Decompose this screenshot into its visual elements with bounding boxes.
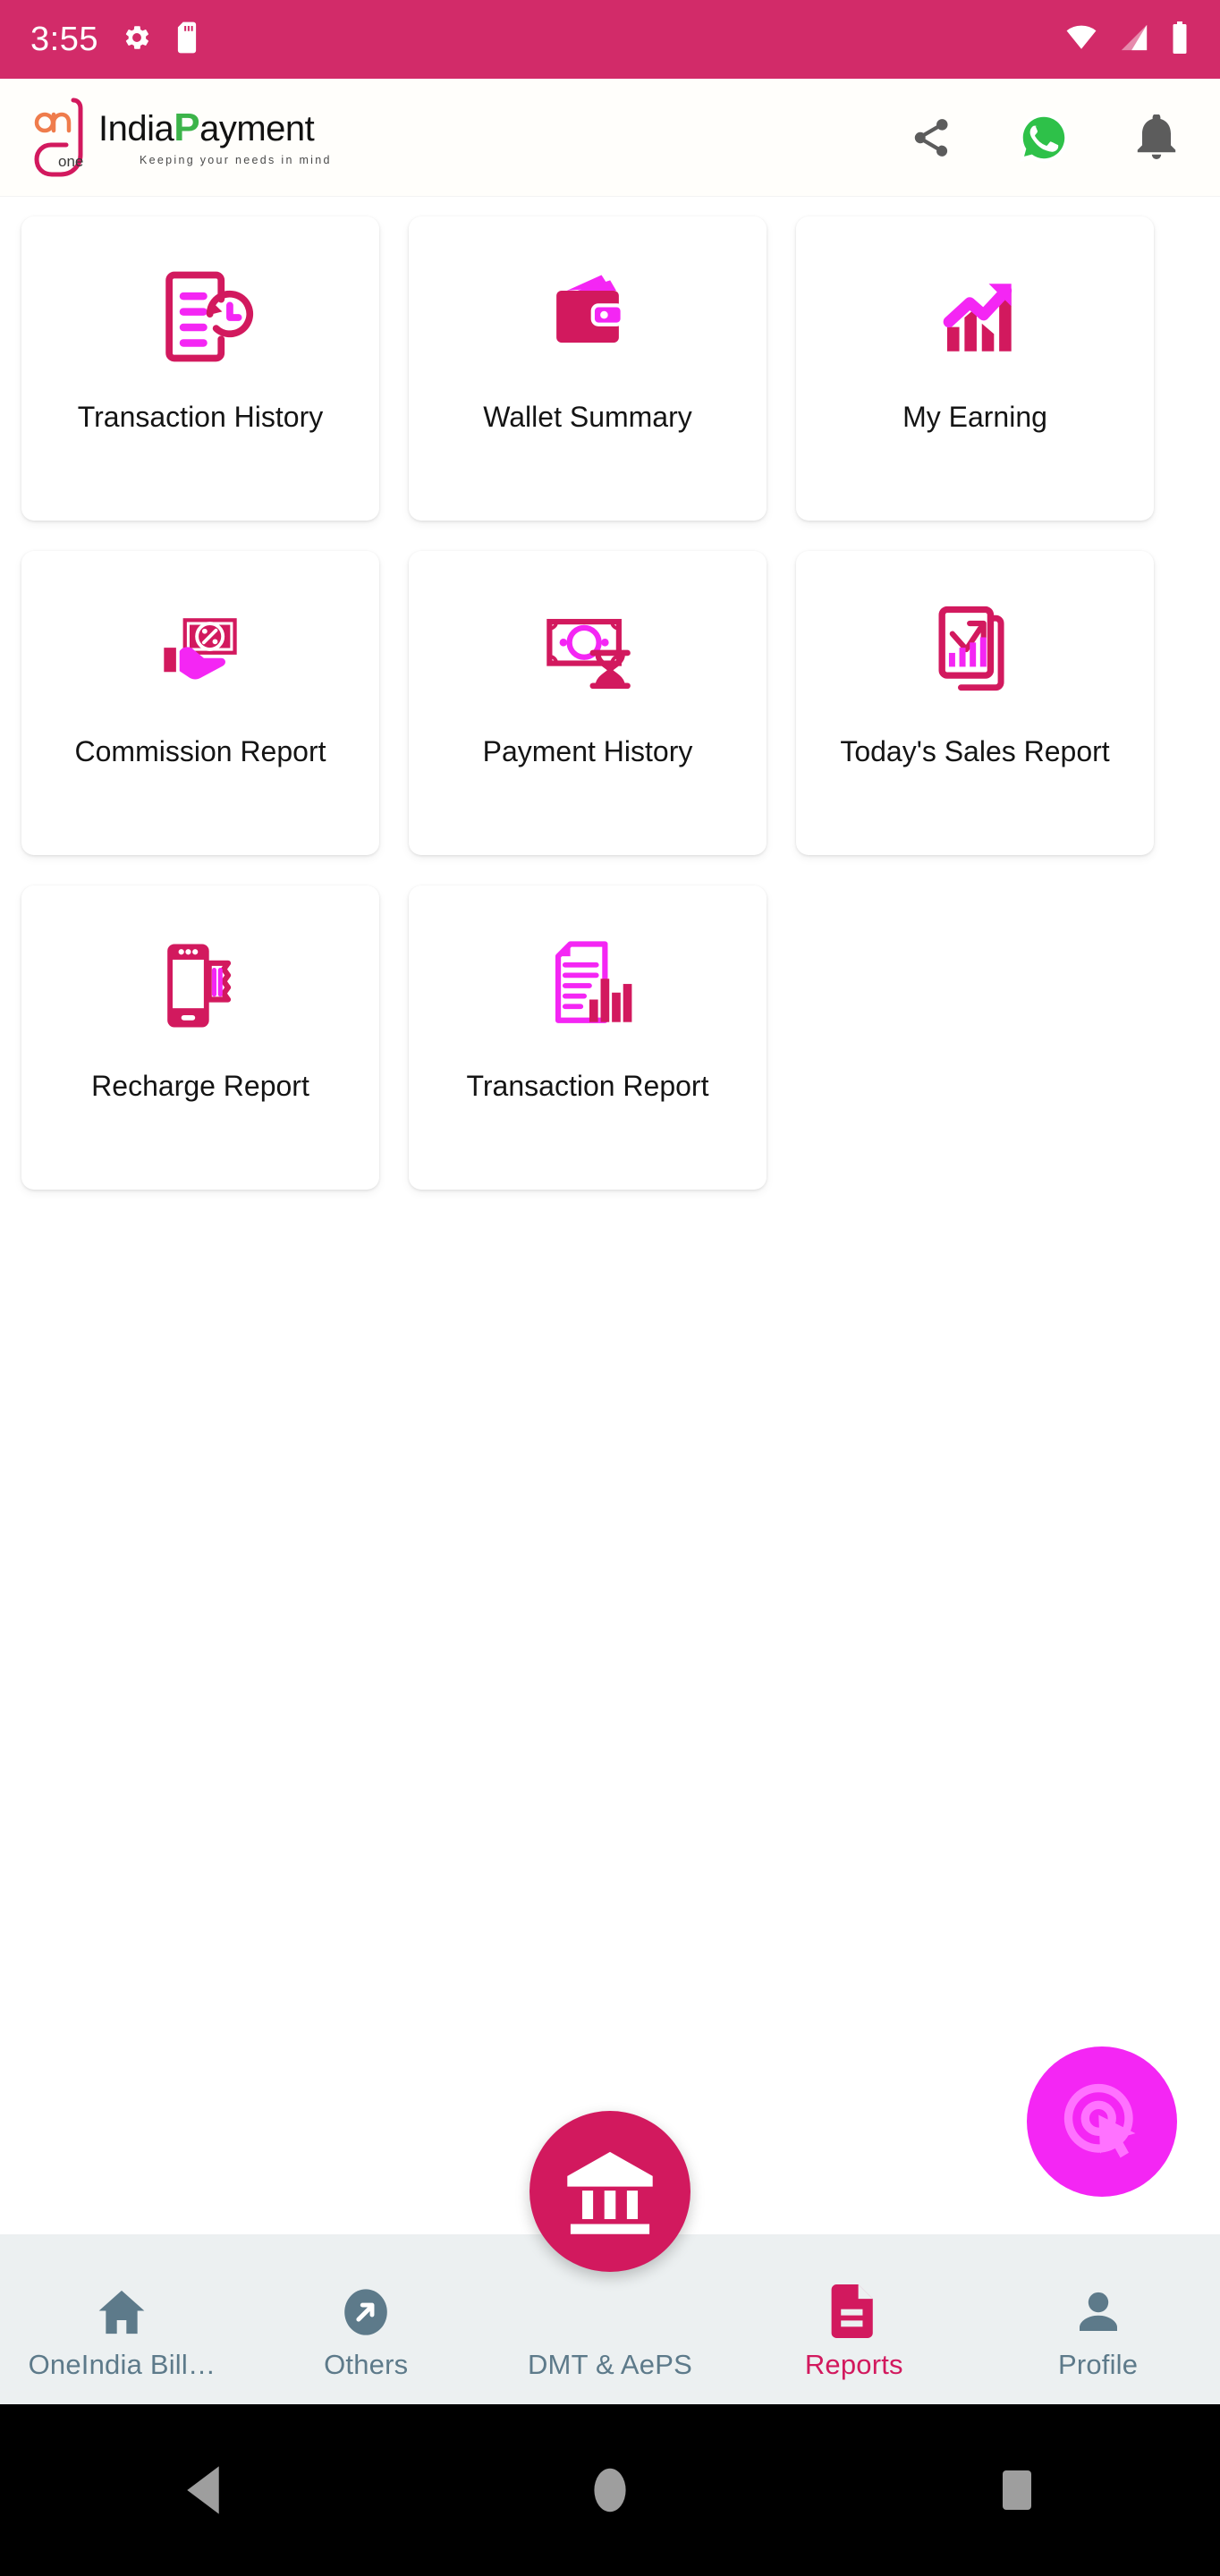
home-button[interactable] [538,2404,682,2576]
phone-receipt-icon [143,928,258,1043]
square-recents-icon [1002,2470,1031,2510]
tile-commission-report[interactable]: Commission Report [21,551,379,855]
logo-letter-p: P [174,106,200,149]
tile-label: Payment History [482,735,693,767]
nav-label: Others [324,2349,409,2380]
tile-label: Today's Sales Report [840,735,1110,767]
status-bar-left: 3:55 [30,21,199,59]
tile-label: Transaction Report [466,1070,709,1102]
nav-item-oneindia-bill[interactable]: OneIndia Bill… [0,2234,244,2404]
header-actions [903,110,1184,165]
tile-label: Commission Report [74,735,326,767]
person-icon [1073,2283,1123,2338]
tile-transaction-report[interactable]: Transaction Report [409,886,767,1190]
tile-wallet-summary[interactable]: Wallet Summary [409,216,767,521]
arrow-circle-icon [341,2283,391,2338]
logo-wordmark: India Payment [98,108,332,148]
sd-card-icon [175,21,199,58]
tile-transaction-history[interactable]: Transaction History [21,216,379,521]
battery-icon [1170,21,1190,58]
home-icon [96,2283,148,2338]
whatsapp-icon[interactable] [1016,110,1072,165]
dmt-aeps-fab-button[interactable] [530,2111,690,2272]
nav-label: Profile [1057,2349,1139,2380]
logo-tagline: Keeping your needs in mind [140,154,332,166]
tile-payment-history[interactable]: Payment History [409,551,767,855]
report-file-icon [831,2283,877,2338]
android-system-navigation [0,2404,1220,2576]
tile-label: My Earning [902,401,1047,433]
svg-text:one: one [58,153,83,170]
nav-label: DMT & AePS [527,2349,693,2380]
triangle-back-icon [187,2466,220,2514]
back-button[interactable] [131,2404,275,2576]
tile-label: Transaction History [77,401,324,433]
tile-label: Recharge Report [91,1070,309,1102]
logo-word-ayment: ayment [199,109,315,148]
status-bar-right [1064,21,1190,58]
hand-percent-money-icon [143,594,258,708]
oneindia-logo-mark-icon: one [32,95,100,181]
nav-item-reports[interactable]: Reports [732,2234,976,2404]
app-logo[interactable]: one India Payment Keeping your needs in m… [32,95,332,181]
touch-pointer-bubble[interactable] [1027,2046,1177,2197]
nav-label: Reports [804,2349,903,2380]
documents-bar-arrow-icon [918,594,1032,708]
notification-bell-icon[interactable] [1129,110,1184,165]
tile-label: Wallet Summary [483,401,692,433]
logo-text: India Payment Keeping your needs in mind [98,108,332,167]
share-icon[interactable] [903,110,959,165]
tile-recharge-report[interactable]: Recharge Report [21,886,379,1190]
nav-label: OneIndia Bill… [28,2349,216,2380]
status-time: 3:55 [30,20,98,58]
tile-my-earning[interactable]: My Earning [796,216,1154,521]
logo-word-india: India [98,109,174,148]
tap-cursor-icon [1063,2083,1136,2158]
tile-todays-sales-report[interactable]: Today's Sales Report [796,551,1154,855]
report-tile-grid: Transaction History Wallet Summary My Ea… [0,197,1220,1190]
document-history-icon [143,259,258,374]
app-header: one India Payment Keeping your needs in m… [0,79,1220,197]
status-bar: 3:55 [0,0,1220,79]
bank-icon [567,2151,653,2234]
recents-button[interactable] [945,2404,1089,2576]
banknote-hourglass-icon [530,594,645,708]
settings-gear-icon [122,22,152,57]
cellular-signal-icon [1118,22,1150,57]
wifi-icon [1064,22,1098,57]
document-bars-icon [530,928,645,1043]
bottom-navigation: OneIndia Bill… Others DMT & AePS Reports [0,2111,1220,2404]
nav-item-profile[interactable]: Profile [976,2234,1220,2404]
circle-home-icon [594,2468,626,2512]
nav-item-others[interactable]: Others [244,2234,488,2404]
growth-chart-arrow-icon [918,259,1032,374]
wallet-icon [530,259,645,374]
